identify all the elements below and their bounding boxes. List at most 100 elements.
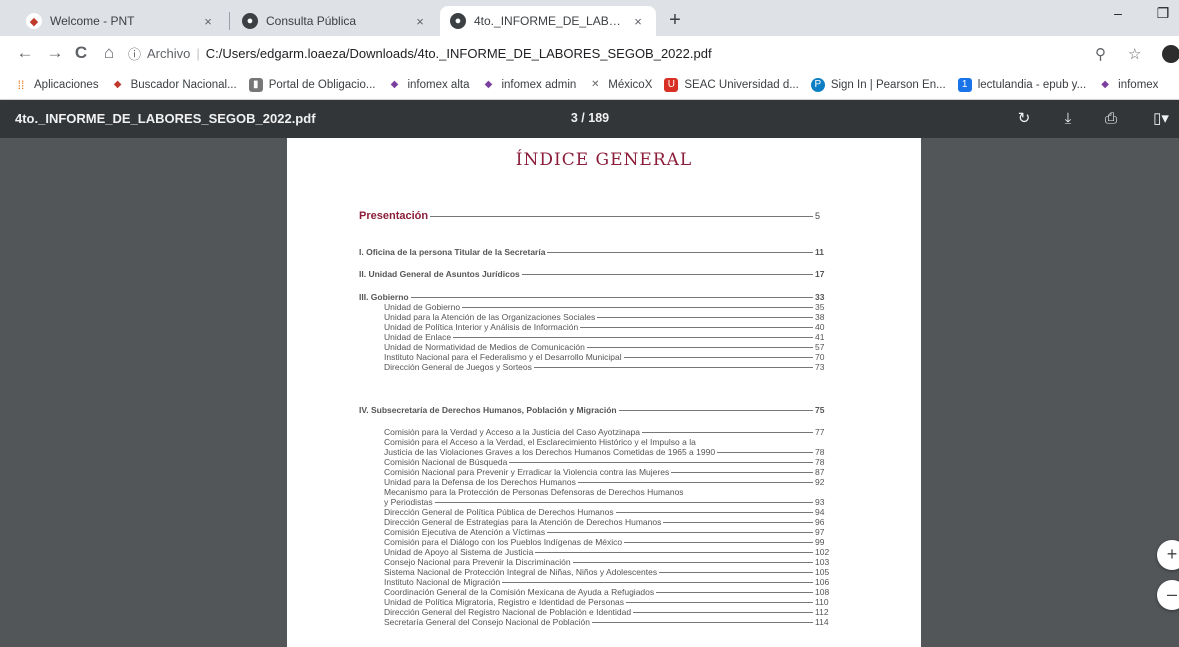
star-icon[interactable]: ☆	[1128, 45, 1141, 63]
toc-page: 108	[815, 587, 830, 597]
bookmarks-bar: ⁞⁞ Aplicaciones ◆ Buscador Nacional... ▮…	[0, 70, 1179, 100]
toc-page: 97	[815, 527, 825, 537]
info-icon[interactable]: ⓘ	[128, 44, 141, 63]
close-tab-icon[interactable]: ×	[200, 14, 216, 29]
bookmark-mexicox[interactable]: ✕ MéxicoX	[588, 78, 652, 92]
toc-label: Instituto Nacional de Migración	[384, 577, 501, 587]
bookmark-buscador[interactable]: ◆ Buscador Nacional...	[111, 78, 237, 92]
toc-page: 75	[815, 405, 825, 415]
bookmark-lectulandia[interactable]: 1 lectulandia - epub y...	[957, 77, 1086, 92]
minimize-button[interactable]: –	[1103, 5, 1133, 29]
toc-entry: Mecanismo para la Protección de Personas…	[384, 487, 829, 497]
toc-page: 112	[815, 607, 829, 617]
address-bar[interactable]: ⓘ Archivo | C:/Users/edgarm.loaeza/Downl…	[128, 40, 1164, 66]
apps-grid-icon: ⁞⁞	[17, 77, 25, 92]
toc-label: Unidad de Normatividad de Medios de Comu…	[384, 342, 585, 352]
toc-page: 96	[815, 517, 825, 527]
zoom-in-button[interactable]: +	[1157, 540, 1179, 570]
tab-informe-pdf[interactable]: ● 4to._INFORME_DE_LABORES_SEG ×	[440, 6, 656, 36]
toc-page: 78	[815, 447, 825, 457]
bookmark-infomex-admin[interactable]: ◆ infomex admin	[481, 78, 577, 92]
toc-page: 33	[815, 292, 825, 302]
bookmark-label: infomex	[1118, 78, 1159, 91]
toc-label: Comisión para la Verdad y Acceso a la Ju…	[384, 427, 640, 437]
zoom-out-button[interactable]: –	[1157, 580, 1179, 610]
toc-page: 99	[815, 537, 825, 547]
toc-entry: Comisión para la Verdad y Acceso a la Ju…	[384, 427, 829, 437]
toc-page: 35	[815, 302, 825, 312]
globe-icon: ●	[242, 13, 258, 29]
toc-page: 57	[815, 342, 825, 352]
pdf-filename: 4to._INFORME_DE_LABORES_SEGOB_2022.pdf	[15, 111, 316, 126]
toc-entry: Consejo Nacional para Prevenir la Discri…	[384, 557, 829, 567]
toc-entry: Unidad de Política Interior y Análisis d…	[384, 322, 829, 332]
bookmark-menu-icon[interactable]: ▯▾	[1146, 109, 1176, 129]
forward-button[interactable]: →	[44, 42, 66, 64]
close-tab-icon[interactable]: ×	[630, 14, 646, 29]
toc-label: Unidad de Enlace	[384, 332, 452, 342]
toc-label: Unidad para la Atención de las Organizac…	[384, 312, 596, 322]
toc-label: III. Gobierno	[359, 292, 409, 302]
toc-label: Comisión Nacional de Búsqueda	[384, 457, 508, 467]
toc-label: Dirección General de Política Pública de…	[384, 507, 614, 517]
toc-entry: Unidad para la Atención de las Organizac…	[384, 312, 829, 322]
pdf-page: ÍNDICE GENERAL Presentación 5 I. Oficina …	[287, 138, 921, 647]
bookmark-label: Buscador Nacional...	[130, 78, 237, 91]
profile-avatar[interactable]	[1162, 45, 1179, 63]
toc-entry: Comisión Nacional de Búsqueda 78	[384, 457, 829, 467]
toc-label: Unidad de Política Migratoria, Registro …	[384, 597, 625, 607]
page-indicator[interactable]: 3 / 189	[560, 111, 620, 125]
toc-page: 40	[815, 322, 825, 332]
tab-consulta-publica[interactable]: ● Consulta Pública ×	[232, 6, 438, 36]
toc-page: 73	[815, 362, 825, 372]
home-button[interactable]: ⌂	[98, 42, 120, 64]
toc-label: Comisión para el Acceso a la Verdad, el …	[384, 437, 696, 447]
toc-entry: Dirección General de Juegos y Sorteos 73	[384, 362, 829, 372]
toc-page: 5	[815, 211, 821, 221]
new-tab-button[interactable]: +	[662, 8, 688, 34]
toc-entry: Dirección General de Política Pública de…	[384, 507, 829, 517]
bookmark-seac[interactable]: U SEAC Universidad d...	[664, 77, 799, 92]
bookmark-infomex-alta[interactable]: ◆ infomex alta	[387, 78, 470, 92]
download-icon[interactable]: ⤓	[1058, 109, 1078, 129]
toc-label: Instituto Nacional para el Federalismo y…	[384, 352, 622, 362]
toc-label: Coordinación General de la Comisión Mexi…	[384, 587, 655, 597]
bookmark-portal[interactable]: ▮ Portal de Obligacio...	[248, 77, 375, 92]
lectulandia-icon: 1	[957, 77, 972, 92]
toc-page: 78	[815, 457, 825, 467]
toc-entry: Coordinación General de la Comisión Mexi…	[384, 587, 829, 597]
rotate-icon[interactable]: ↻	[1014, 109, 1034, 129]
toc-entry: Unidad de Apoyo al Sistema de Justicia 10…	[384, 547, 829, 557]
bookmark-pearson[interactable]: P Sign In | Pearson En...	[810, 77, 946, 92]
bookmark-label: infomex alta	[407, 78, 470, 91]
toc-label: Presentación	[359, 210, 429, 222]
toc-entry: Instituto Nacional de Migración 106	[384, 577, 829, 587]
close-tab-icon[interactable]: ×	[412, 14, 428, 29]
pdf-viewer[interactable]: ÍNDICE GENERAL Presentación 5 I. Oficina …	[0, 138, 1179, 647]
toc-page: 102	[815, 547, 830, 557]
toc-label: Unidad de Política Interior y Análisis d…	[384, 322, 579, 332]
toc-label: Unidad de Apoyo al Sistema de Justicia	[384, 547, 534, 557]
bookmark-label: Sign In | Pearson En...	[830, 78, 946, 91]
toc-label: Comisión Ejecutiva de Atención a Víctima…	[384, 527, 546, 537]
restore-button[interactable]: ❐	[1148, 5, 1178, 29]
address-url[interactable]: C:/Users/edgarm.loaeza/Downloads/4to._IN…	[206, 46, 712, 61]
bookmark-apps[interactable]: ⁞⁞ Aplicaciones	[14, 78, 99, 92]
browser-toolbar: ← → C ⌂ ⓘ Archivo | C:/Users/edgarm.loae…	[0, 36, 1179, 70]
toc-page: 93	[815, 497, 825, 507]
reload-button[interactable]: C	[70, 42, 92, 64]
toc-label: Comisión para el Diálogo con los Pueblos…	[384, 537, 623, 547]
address-scheme: Archivo	[147, 45, 191, 61]
tab-welcome-pnt[interactable]: ◆ Welcome - PNT ×	[16, 6, 226, 36]
bookmark-label: infomex admin	[501, 78, 577, 91]
bookmark-infomex[interactable]: ◆ infomex	[1098, 78, 1158, 92]
zoom-icon[interactable]: ⚲	[1095, 45, 1106, 63]
toc-page: 106	[815, 577, 830, 587]
back-button[interactable]: ←	[14, 42, 36, 64]
toc-page: 41	[815, 332, 825, 342]
toc-label: IV. Subsecretaría de Derechos Humanos, P…	[359, 405, 617, 415]
print-icon[interactable]: ⎙	[1101, 109, 1121, 129]
tab-title: Consulta Pública	[266, 14, 357, 28]
pdf-toolbar: 4to._INFORME_DE_LABORES_SEGOB_2022.pdf 3…	[0, 100, 1179, 138]
toc-label: Unidad de Gobierno	[384, 302, 461, 312]
